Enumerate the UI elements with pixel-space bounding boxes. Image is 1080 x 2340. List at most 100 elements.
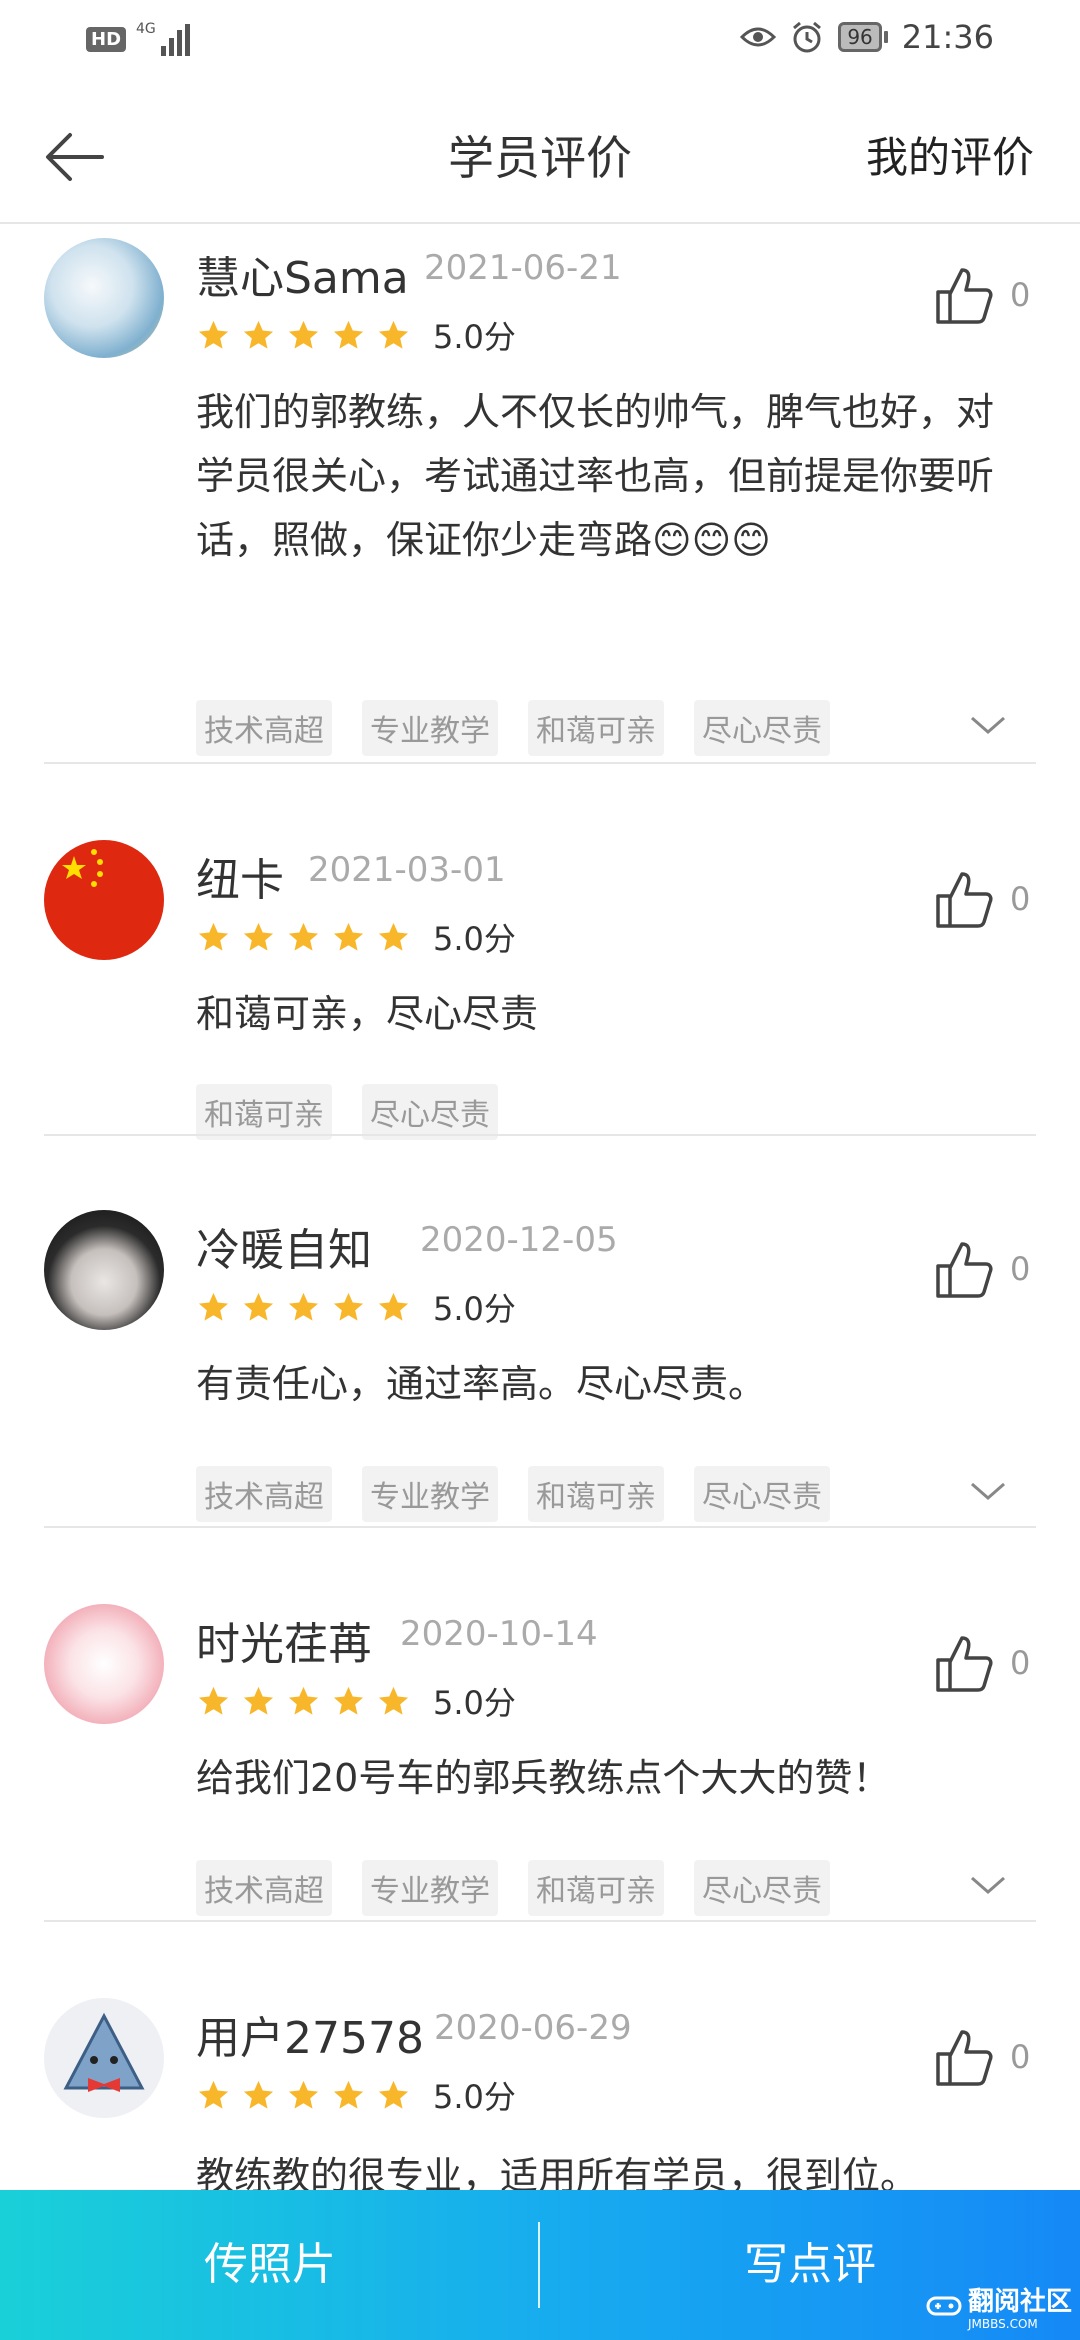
chevron-down-icon[interactable]	[968, 1874, 1008, 1898]
tag: 尽心尽责	[362, 1084, 498, 1140]
star-icon	[333, 1686, 364, 1715]
star-rating: 5.0分	[196, 312, 516, 358]
reviewer-name: 时光荏苒	[196, 1619, 372, 1670]
star-icon	[378, 2080, 409, 2109]
reviewer-name: 用户27578	[196, 2013, 424, 2064]
battery-level: 96	[838, 22, 882, 52]
tag-list: 和蔼可亲 尽心尽责	[196, 1084, 498, 1140]
score: 5.0分	[433, 1684, 516, 1722]
flag-stars-icon	[62, 849, 103, 887]
like-button[interactable]: 0	[934, 2026, 1030, 2088]
star-icon	[378, 922, 409, 951]
review-text: 给我们20号车的郭兵教练点个大大的赞！	[196, 1756, 891, 1800]
reviewer-name: 冷暖自知	[196, 1225, 372, 1276]
review-text: 我们的郭教练，人不仅长的帅气，脾气也好，对学员很关心，考试通过率也高，但前提是你…	[196, 390, 995, 562]
tag-list: 技术高超 专业教学 和蔼可亲 尽心尽责	[196, 1860, 830, 1916]
status-right: 96 21:36	[740, 18, 994, 56]
chevron-down-icon[interactable]	[968, 1480, 1008, 1504]
score: 5.0分	[433, 318, 516, 356]
review-date: 2021-06-21	[424, 248, 622, 288]
like-count: 0	[1010, 2038, 1031, 2076]
star-rating: 5.0分	[196, 1284, 516, 1330]
star-icon	[243, 1292, 274, 1321]
network-type: 4G	[136, 21, 156, 37]
reviewer-name: 纽卡	[196, 855, 284, 906]
thumbs-up-icon	[936, 268, 993, 324]
battery-icon: 96	[838, 22, 888, 52]
review-date: 2021-03-01	[308, 850, 506, 890]
divider	[44, 1920, 1036, 1922]
tag: 尽心尽责	[694, 700, 830, 756]
divider	[44, 1134, 1036, 1136]
star-rating: 5.0分	[196, 914, 516, 960]
avatar[interactable]	[44, 238, 164, 358]
tag: 尽心尽责	[694, 1466, 830, 1522]
tag: 和蔼可亲	[196, 1084, 332, 1140]
avatar[interactable]	[44, 1210, 164, 1330]
divider	[44, 1526, 1036, 1528]
status-bar: HD 4G 96 21:36	[0, 0, 1080, 80]
signal-icon: 4G	[136, 22, 190, 56]
score: 5.0分	[433, 920, 516, 958]
tag: 技术高超	[196, 1466, 332, 1522]
star-rating: 5.0分	[196, 2072, 516, 2118]
tag: 技术高超	[196, 1860, 332, 1916]
watermark: 翻阅社区 JMBBS.COM	[926, 2281, 1072, 2330]
review-text: 和蔼可亲，尽心尽责	[196, 992, 539, 1036]
review-date: 2020-06-29	[434, 2008, 632, 2048]
tag-list: 技术高超 专业教学 和蔼可亲 尽心尽责	[196, 700, 830, 756]
tag-list: 技术高超 专业教学 和蔼可亲 尽心尽责	[196, 1466, 830, 1522]
hd-badge: HD	[86, 26, 127, 52]
bottom-action-bar: 传照片 写点评 翻阅社区 JMBBS.COM	[0, 2190, 1080, 2340]
review-date: 2020-10-14	[400, 1614, 598, 1654]
star-icon	[243, 320, 274, 349]
tag: 和蔼可亲	[528, 1466, 664, 1522]
like-count: 0	[1010, 1250, 1031, 1288]
like-button[interactable]: 0	[934, 868, 1030, 930]
star-icon	[198, 1292, 229, 1321]
eye-icon	[740, 27, 777, 47]
tag: 专业教学	[362, 1860, 498, 1916]
star-icon	[198, 1686, 229, 1715]
mascot-icon	[63, 2012, 145, 2092]
status-left: HD 4G	[86, 22, 190, 56]
star-icon	[243, 922, 274, 951]
like-button[interactable]: 0	[934, 1238, 1030, 1300]
watermark-text: 翻阅社区	[967, 2287, 1072, 2317]
gamepad-icon	[926, 2296, 962, 2315]
star-icon	[198, 320, 229, 349]
watermark-sub: JMBBS.COM	[967, 2317, 1038, 2331]
star-icon	[198, 922, 229, 951]
thumbs-up-icon	[936, 1242, 993, 1298]
star-icon	[378, 1292, 409, 1321]
tag: 尽心尽责	[694, 1860, 830, 1916]
avatar[interactable]	[44, 840, 164, 960]
divider	[44, 762, 1036, 764]
header: 学员评价 我的评价	[0, 100, 1080, 220]
star-icon	[333, 922, 364, 951]
header-divider	[0, 222, 1080, 224]
star-icon	[333, 320, 364, 349]
avatar[interactable]	[44, 1604, 164, 1724]
tag: 专业教学	[362, 1466, 498, 1522]
upload-photo-button[interactable]: 传照片	[0, 2190, 540, 2340]
like-count: 0	[1010, 880, 1031, 918]
star-icon	[243, 2080, 274, 2109]
score: 5.0分	[433, 1290, 516, 1328]
thumbs-up-icon	[936, 2030, 993, 2086]
chevron-down-icon[interactable]	[968, 714, 1008, 738]
thumbs-up-icon	[936, 1636, 993, 1692]
my-reviews-link[interactable]: 我的评价	[866, 124, 1034, 185]
tag: 和蔼可亲	[528, 700, 664, 756]
like-count: 0	[1010, 1644, 1031, 1682]
like-button[interactable]: 0	[934, 1632, 1030, 1694]
star-icon	[288, 1686, 319, 1715]
star-icon	[198, 2080, 229, 2109]
tag: 技术高超	[196, 700, 332, 756]
star-icon	[288, 320, 319, 349]
star-icon	[288, 922, 319, 951]
like-button[interactable]: 0	[934, 264, 1030, 326]
thumbs-up-icon	[936, 872, 993, 928]
star-rating: 5.0分	[196, 1678, 516, 1724]
avatar[interactable]	[44, 1998, 164, 2118]
